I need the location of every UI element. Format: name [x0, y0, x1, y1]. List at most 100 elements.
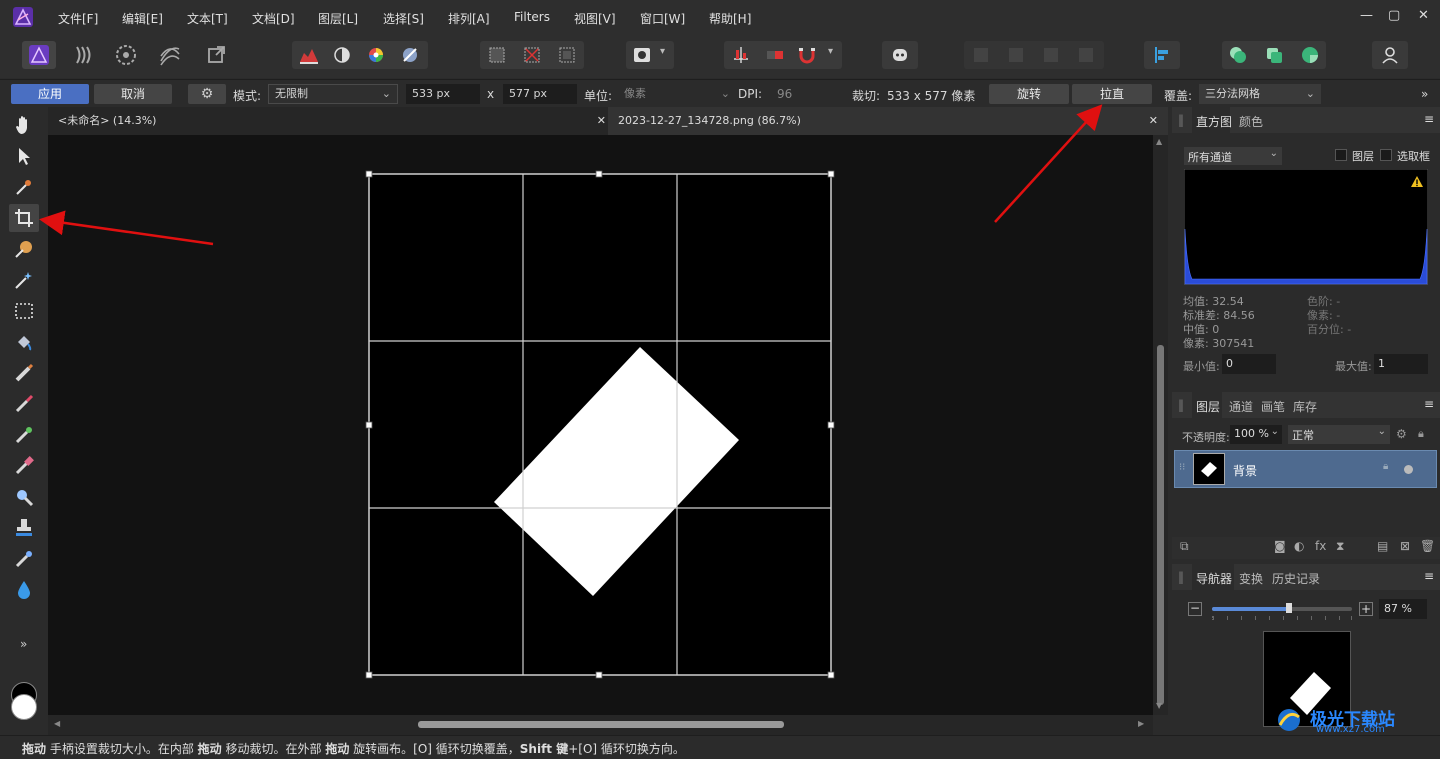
tab-brushes[interactable]: 画笔	[1261, 398, 1285, 415]
channel-dropdown[interactable]: 所有通道 ⌄	[1184, 147, 1282, 165]
add-icon[interactable]	[974, 48, 988, 62]
panel-grip-icon[interactable]: ‖	[1178, 113, 1184, 127]
dodge-brush-tool-icon[interactable]	[12, 423, 36, 447]
insert-top-icon[interactable]	[1264, 45, 1284, 65]
overlay-dropdown[interactable]: 三分法网格 ⌄	[1199, 84, 1321, 104]
panel-menu-icon[interactable]: ≡	[1424, 569, 1434, 583]
tab-untitled[interactable]: <未命名> (14.3%) ✕	[48, 107, 606, 135]
liquify-persona-button[interactable]	[68, 41, 100, 69]
zoom-slider-track[interactable]	[1212, 603, 1352, 613]
auto-colour-icon[interactable]	[366, 45, 386, 65]
color-picker-tool-icon[interactable]	[12, 175, 36, 199]
secondary-colour-swatch[interactable]	[11, 694, 37, 720]
layer-lock-icon[interactable]: 🔒︎	[1383, 461, 1388, 472]
force-pixel-alignment-icon[interactable]	[764, 45, 786, 65]
straighten-button[interactable]: 拉直	[1072, 84, 1152, 104]
auto-white-balance-icon[interactable]	[400, 45, 420, 65]
menu-text[interactable]: 文本[T]	[187, 10, 228, 27]
mode-dropdown[interactable]: 无限制 ⌄	[268, 84, 398, 104]
healing-brush-tool-icon[interactable]	[12, 547, 36, 571]
max-value-input[interactable]: 1	[1374, 354, 1428, 374]
panel-menu-icon[interactable]: ≡	[1424, 112, 1434, 126]
apply-button[interactable]: 应用	[11, 84, 89, 104]
settings-button[interactable]: ⚙	[188, 84, 226, 104]
close-icon[interactable]: ✕	[1149, 107, 1158, 135]
levels-icon[interactable]	[298, 45, 320, 65]
more-tools-button[interactable]: »	[20, 637, 27, 651]
menu-view[interactable]: 视图[V]	[574, 10, 616, 27]
tab-transform[interactable]: 变换	[1239, 570, 1263, 587]
adjustment-layer-icon[interactable]: ◐	[1294, 539, 1304, 553]
panel-grip-icon[interactable]: ‖	[1178, 398, 1184, 412]
scroll-left-icon[interactable]: ◀	[54, 719, 60, 728]
layer-row-background[interactable]: ⁝⁝ 背景 🔒︎	[1174, 450, 1437, 488]
folder-icon[interactable]: ▤	[1377, 539, 1388, 553]
tab-history[interactable]: 历史记录	[1272, 570, 1320, 587]
tab-layers[interactable]: 图层	[1196, 398, 1220, 415]
paint-brush-tool-icon[interactable]	[12, 392, 36, 416]
unit-dropdown[interactable]: 像素 ⌄	[618, 84, 734, 104]
tab-stock[interactable]: 库存	[1293, 398, 1317, 415]
intersect-icon[interactable]	[1044, 48, 1058, 62]
xor-icon[interactable]	[1079, 48, 1093, 62]
scroll-up-icon[interactable]: ▲	[1156, 137, 1162, 146]
select-all-icon[interactable]	[488, 46, 506, 64]
scroll-right-icon[interactable]: ▶	[1138, 719, 1144, 728]
clone-stamp-tool-icon[interactable]	[12, 516, 36, 540]
red-eye-tool-icon[interactable]	[12, 578, 36, 602]
opacity-input[interactable]: 100 % ⌄	[1230, 425, 1282, 444]
more-options-button[interactable]: »	[1421, 87, 1428, 101]
rotate-button[interactable]: 旋转	[989, 84, 1069, 104]
menu-window[interactable]: 窗口[W]	[640, 10, 685, 27]
document-canvas[interactable]	[48, 135, 1153, 715]
menu-select[interactable]: 选择[S]	[383, 10, 424, 27]
minimize-button[interactable]: —	[1360, 8, 1373, 23]
tab-histogram[interactable]: 直方图	[1196, 113, 1232, 130]
layer-checkbox[interactable]	[1335, 149, 1347, 161]
erase-brush-tool-icon[interactable]	[12, 454, 36, 478]
close-window-button[interactable]: ✕	[1418, 8, 1429, 23]
visibility-toggle-icon[interactable]	[1404, 465, 1413, 474]
photo-persona-button[interactable]	[22, 41, 56, 69]
quick-mask-button[interactable]: ▾	[626, 41, 674, 69]
layer-settings-gear-icon[interactable]: ⚙	[1396, 427, 1407, 441]
maximize-button[interactable]: ▢	[1388, 8, 1400, 23]
panel-menu-icon[interactable]: ≡	[1424, 397, 1434, 411]
deselect-icon[interactable]	[523, 46, 541, 64]
tab-channels[interactable]: 通道	[1229, 398, 1253, 415]
new-layer-icon[interactable]: ⊠	[1400, 539, 1410, 553]
menu-document[interactable]: 文档[D]	[252, 10, 295, 27]
crop-height-input[interactable]: 577 px	[503, 84, 577, 104]
marquee-checkbox[interactable]	[1380, 149, 1392, 161]
insert-inside-icon[interactable]	[1300, 45, 1320, 65]
menu-help[interactable]: 帮助[H]	[709, 10, 751, 27]
account-button[interactable]	[1372, 41, 1408, 69]
dpi-value[interactable]: 96	[777, 87, 792, 101]
layer-fx-panel-icon[interactable]: ⧉	[1180, 539, 1189, 554]
tab-colour[interactable]: 颜色	[1239, 113, 1263, 130]
zoom-in-button[interactable]: +	[1359, 602, 1373, 616]
zoom-out-button[interactable]: −	[1188, 602, 1202, 616]
warning-icon[interactable]	[1410, 175, 1424, 188]
crop-tool-icon[interactable]	[12, 206, 36, 230]
tone-mapping-persona-button[interactable]	[154, 41, 186, 69]
move-tool-icon[interactable]	[12, 144, 36, 168]
auto-contrast-icon[interactable]	[332, 45, 352, 65]
crop-width-input[interactable]: 533 px	[406, 84, 480, 104]
flood-fill-tool-icon[interactable]	[12, 330, 36, 354]
assistant-button[interactable]	[882, 41, 918, 69]
snapping-magnet-icon[interactable]	[796, 45, 818, 65]
close-icon[interactable]: ✕	[597, 107, 606, 135]
mask-layer-icon[interactable]: ◙	[1274, 539, 1286, 553]
menu-file[interactable]: 文件[F]	[58, 10, 98, 27]
horizontal-scrollbar[interactable]: ◀ ▶	[48, 715, 1153, 735]
pixel-tool-icon[interactable]	[12, 361, 36, 385]
subtract-icon[interactable]	[1009, 48, 1023, 62]
invert-selection-icon[interactable]	[558, 46, 576, 64]
vertical-scrollbar[interactable]: ▲ ▼	[1153, 135, 1168, 715]
min-value-input[interactable]: 0	[1222, 354, 1276, 374]
layer-name[interactable]: 背景	[1233, 462, 1257, 479]
blend-mode-dropdown[interactable]: 正常 ⌄	[1288, 425, 1390, 444]
insert-behind-icon[interactable]	[1228, 45, 1248, 65]
tab-screenshot[interactable]: 2023-12-27_134728.png (86.7%) ✕	[608, 107, 1168, 135]
